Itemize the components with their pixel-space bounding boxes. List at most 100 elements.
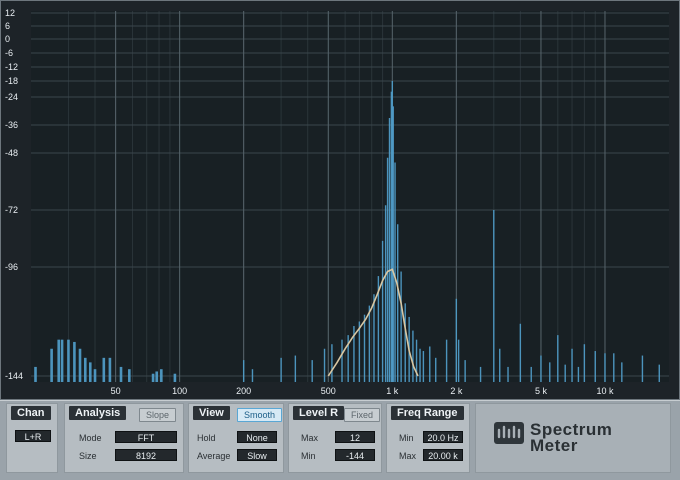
- spectrum-bar: [34, 366, 37, 382]
- y-tick-label: -6: [5, 48, 13, 58]
- average-selector[interactable]: Slow: [237, 449, 277, 461]
- brand-title-line2: Meter: [530, 436, 578, 455]
- spectrum-bar: [507, 366, 509, 382]
- spectrum-bar: [388, 118, 391, 382]
- level-max-field[interactable]: 12: [335, 431, 375, 443]
- spectrum-bar: [577, 366, 580, 382]
- x-tick-label: 100: [172, 386, 187, 396]
- spectrum-bar: [381, 240, 384, 382]
- mode-label: Mode: [79, 433, 102, 443]
- y-tick-label: -36: [5, 120, 18, 130]
- freq-max-field[interactable]: 20.00 k: [423, 449, 463, 461]
- spectrum-bar: [57, 339, 61, 382]
- spectrum-bar: [613, 353, 615, 382]
- analysis-title: Analysis: [69, 406, 127, 420]
- spectrum-bar: [311, 360, 313, 382]
- spectrum-bar: [621, 362, 623, 382]
- freq-min-label: Min: [399, 433, 414, 443]
- chan-selector[interactable]: L+R: [15, 430, 51, 442]
- analysis-group: Analysis Slope Mode FFT Size 8192: [64, 403, 184, 473]
- y-tick-label: -48: [5, 148, 18, 158]
- spectrum-bar: [404, 303, 406, 382]
- y-tick-label: -24: [5, 92, 18, 102]
- spectrum-bar: [396, 224, 399, 382]
- slope-toggle[interactable]: Slope: [139, 408, 177, 422]
- fixed-toggle[interactable]: Fixed: [344, 408, 381, 422]
- spectrum-bar: [93, 369, 97, 382]
- spectrum-bar: [571, 348, 573, 382]
- spectrum-bar: [368, 305, 371, 382]
- level-title: Level R: [293, 406, 345, 420]
- size-selector[interactable]: 8192: [115, 449, 177, 461]
- spectrum-bar: [160, 369, 163, 382]
- spectrum-bar: [435, 357, 437, 382]
- mode-selector[interactable]: FFT: [115, 431, 177, 443]
- spectrum-bar: [457, 339, 460, 382]
- spectrum-bar: [50, 348, 53, 382]
- level-min-label: Min: [301, 451, 316, 461]
- spectrum-bar: [429, 346, 431, 382]
- level-group: Level R Fixed Max 12 Min -144: [288, 403, 382, 473]
- x-tick-label: 1 k: [386, 386, 399, 396]
- spectrum-bar: [251, 369, 254, 382]
- x-tick-label: 2 k: [450, 386, 463, 396]
- spectrum-bar: [604, 353, 606, 382]
- level-max-label: Max: [301, 433, 319, 443]
- x-tick-label: 5 k: [535, 386, 548, 396]
- spectrum-bar: [641, 355, 644, 382]
- x-tick-label: 10 k: [596, 386, 614, 396]
- spectrum-bar: [331, 344, 333, 382]
- size-label: Size: [79, 451, 97, 461]
- average-label: Average: [197, 451, 231, 461]
- spectrum-bar: [78, 348, 82, 382]
- x-tick-label: 500: [321, 386, 336, 396]
- spectrum-bar: [564, 364, 566, 382]
- view-group: View Smooth Hold None Average Slow: [188, 403, 284, 473]
- spectrum-bar: [479, 366, 482, 382]
- level-min-field[interactable]: -144: [335, 449, 375, 461]
- chan-group: Chan L+R: [6, 403, 58, 473]
- spectrum-bar: [294, 355, 297, 382]
- spectrum-chart: 12 6 0 -6 -12 -18 -24 -36 -48 -72 -96 -144 50 100 200 5…: [5, 8, 669, 396]
- chan-title: Chan: [11, 406, 51, 420]
- y-tick-label: -144: [5, 371, 23, 381]
- spectrum-bar: [60, 339, 64, 382]
- spectrum-bar: [83, 357, 87, 382]
- smooth-toggle[interactable]: Smooth: [237, 408, 283, 422]
- freq-range-title: Freq Range: [391, 406, 464, 420]
- spectrum-bar: [519, 323, 522, 382]
- spectrum-bar: [119, 366, 123, 382]
- spectrum-bar: [412, 330, 414, 382]
- spectrum-bar: [549, 362, 551, 382]
- spectrum-bar: [358, 321, 361, 382]
- x-tick-label: 50: [111, 386, 121, 396]
- spectrum-bar: [373, 294, 375, 382]
- spectrum-bar: [499, 348, 501, 382]
- spectrum-bar: [530, 366, 532, 382]
- spectrum-bar: [73, 341, 76, 382]
- spectrum-bar: [400, 271, 402, 382]
- view-title: View: [193, 406, 230, 420]
- hold-selector[interactable]: None: [237, 431, 277, 443]
- y-tick-label: 12: [5, 8, 15, 18]
- freq-min-field[interactable]: 20.0 Hz: [423, 431, 463, 443]
- freq-range-group: Freq Range Min 20.0 Hz Max 20.00 k: [386, 403, 470, 473]
- spectrum-bar: [128, 369, 131, 382]
- spectrum-bar: [394, 162, 396, 382]
- spectrum-bar: [67, 339, 70, 382]
- spectrum-bar: [323, 348, 326, 382]
- spectrum-bar: [151, 373, 155, 382]
- brand-badge: Spectrum Meter: [475, 403, 671, 473]
- y-tick-label: -96: [5, 262, 18, 272]
- spectrum-bar: [557, 335, 559, 382]
- y-tick-label: 0: [5, 34, 10, 44]
- spectrum-display: 12 6 0 -6 -12 -18 -24 -36 -48 -72 -96 -144 50 100 200 5…: [0, 0, 680, 400]
- spectrum-bar: [419, 348, 421, 382]
- y-tick-label: -72: [5, 205, 18, 215]
- hold-label: Hold: [197, 433, 216, 443]
- spectrum-bar: [583, 344, 586, 382]
- freq-max-label: Max: [399, 451, 417, 461]
- spectrum-bar: [493, 210, 495, 382]
- y-tick-label: -12: [5, 62, 18, 72]
- spectrum-bar: [363, 314, 366, 382]
